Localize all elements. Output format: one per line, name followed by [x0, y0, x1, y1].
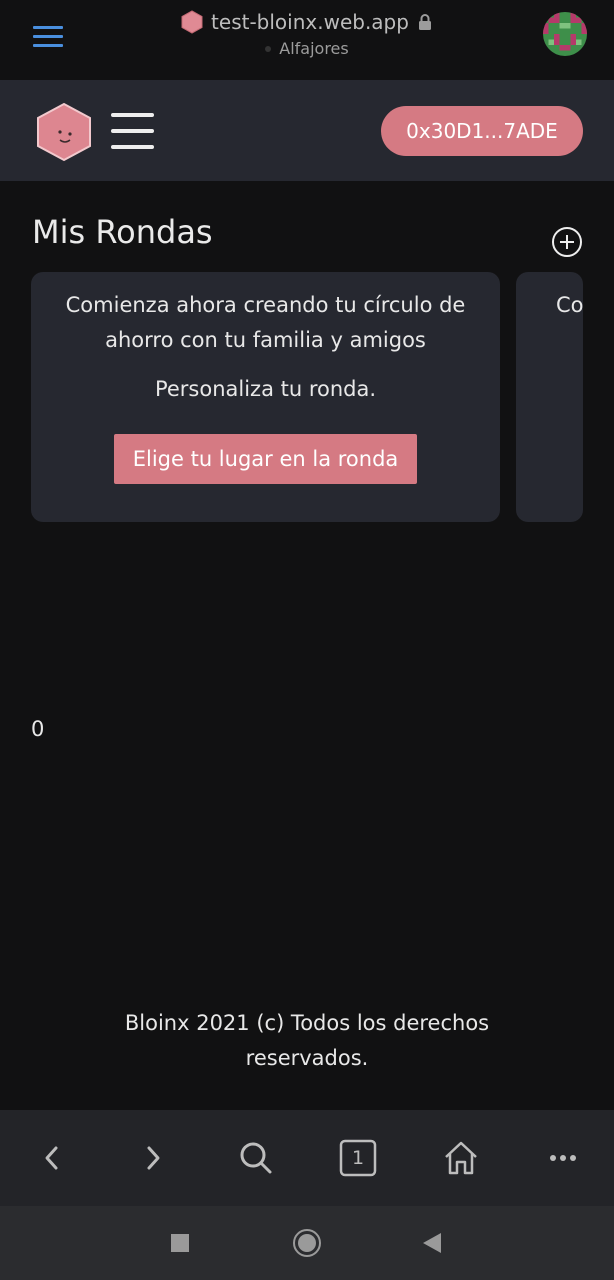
more-icon[interactable] — [535, 1130, 591, 1186]
avatar[interactable] — [543, 12, 587, 56]
recents-icon[interactable] — [160, 1223, 200, 1263]
counter-value: 0 — [31, 717, 45, 741]
site-info[interactable]: test-bloinx.web.app Alfajores — [150, 8, 464, 58]
card-subtext: Personaliza tu ronda. — [154, 377, 377, 401]
search-icon[interactable] — [228, 1130, 284, 1186]
footer-text: Bloinx 2021 (c) Todos los derechos reser… — [124, 1011, 490, 1070]
network-dot — [265, 45, 272, 52]
card2-description: Co — [556, 293, 583, 317]
site-favicon-icon — [181, 10, 203, 34]
home-circle-icon[interactable] — [287, 1223, 327, 1263]
add-circle-icon[interactable] — [551, 226, 583, 258]
forward-icon[interactable] — [125, 1130, 181, 1186]
browser-bottom-bar — [0, 1110, 614, 1206]
wallet-address-button[interactable]: 0x30D1...7ADE — [381, 106, 583, 156]
choose-place-button[interactable]: Elige tu lugar en la ronda — [114, 434, 417, 484]
logo-icon[interactable] — [36, 102, 92, 162]
page-title: Mis Rondas — [32, 213, 213, 251]
hamburger-icon[interactable] — [111, 111, 154, 151]
ronda-card-partial: Co — [516, 272, 583, 522]
home-icon[interactable] — [433, 1130, 489, 1186]
tabs-icon[interactable]: 1 — [330, 1130, 386, 1186]
network-name: Alfajores — [279, 39, 349, 58]
lock-icon — [418, 14, 431, 30]
avatar-identicon — [543, 12, 587, 56]
site-url: test-bloinx.web.app — [211, 10, 409, 34]
tab-count: 1 — [351, 1147, 365, 1169]
card-description: Comienza ahora creando tu círculo de aho… — [65, 293, 466, 352]
browser-menu-icon[interactable] — [33, 26, 63, 48]
back-icon[interactable] — [24, 1130, 80, 1186]
back-triangle-icon[interactable] — [412, 1223, 452, 1263]
